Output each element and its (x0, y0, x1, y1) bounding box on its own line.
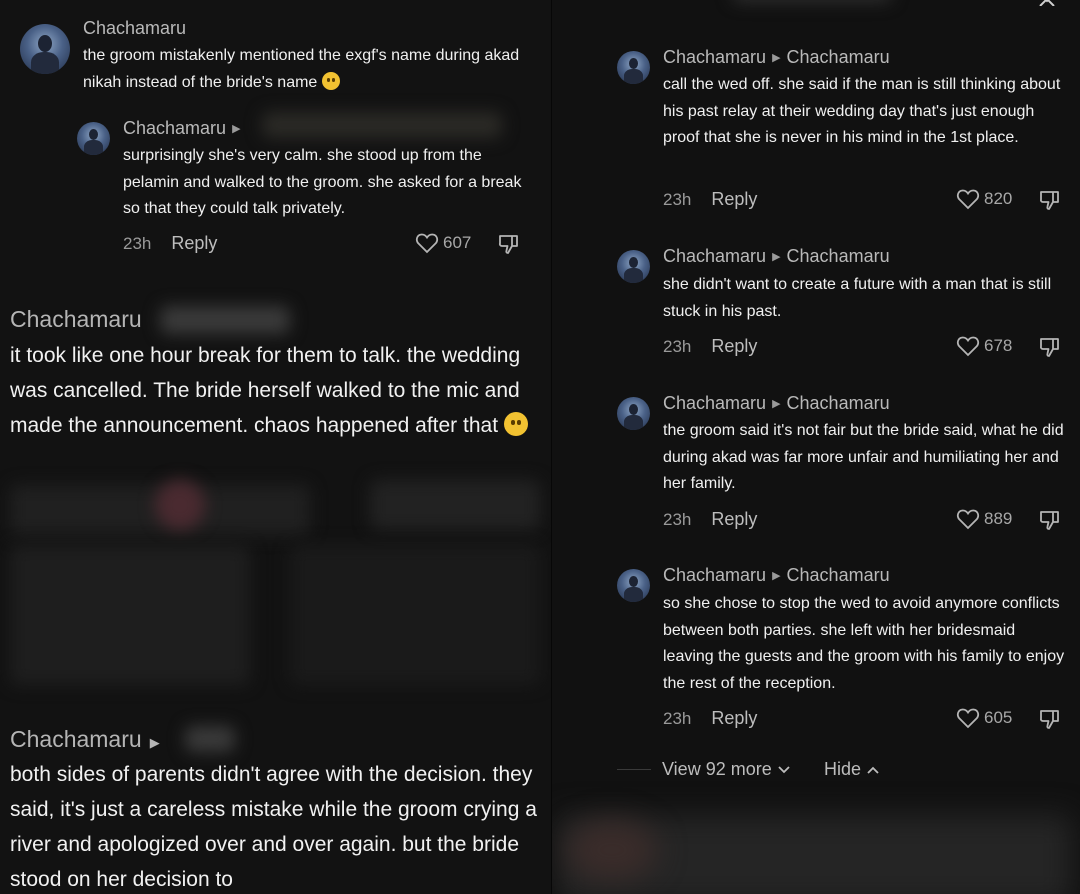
heart-icon[interactable] (956, 508, 980, 530)
timestamp: 23h (663, 709, 692, 728)
triangle-right-icon: ▶ (772, 251, 781, 263)
avatar[interactable] (77, 122, 110, 155)
blurred-header (732, 0, 892, 2)
blurred-username (185, 726, 235, 752)
dislike-icon[interactable] (1038, 707, 1062, 731)
reply-meta: 23h Reply (663, 509, 757, 530)
like-count: 678 (984, 336, 1013, 355)
avatar[interactable] (617, 250, 650, 283)
timestamp: 23h (663, 510, 692, 529)
dislike-icon[interactable] (1038, 508, 1062, 532)
reply-author[interactable]: Chachamaru ▶ Chachamaru (663, 565, 890, 586)
reply-text: the groom said it's not fair but the bri… (663, 422, 1064, 492)
reply-author[interactable]: Chachamaru ▶ Chachamaru (663, 393, 890, 414)
reply-button[interactable]: Reply (711, 509, 757, 529)
avatar[interactable] (20, 24, 70, 74)
reply-meta: 23h Reply (663, 336, 757, 357)
triangle-right-icon: ▶ (149, 735, 160, 750)
triangle-right-icon: ▶ (772, 570, 781, 582)
view-more-button[interactable]: View 92 more (662, 759, 790, 780)
triangle-right-icon: ▶ (232, 123, 241, 135)
avatar[interactable] (617, 51, 650, 84)
reply-button[interactable]: Reply (711, 336, 757, 356)
heart-icon[interactable] (415, 232, 439, 254)
triangle-right-icon: ▶ (772, 398, 781, 410)
like-button[interactable]: 607 (415, 232, 471, 254)
blurred-username (160, 306, 290, 334)
comment-author[interactable]: Chachamaru (83, 18, 186, 39)
like-count: 605 (984, 708, 1013, 727)
reply-button[interactable]: Reply (711, 708, 757, 728)
reply-text: so she chose to stop the wed to avoid an… (663, 595, 1065, 692)
dislike-icon[interactable] (1038, 335, 1062, 359)
like-count: 820 (984, 189, 1013, 208)
comment-text: the groom mistakenly mentioned the exgf'… (83, 47, 520, 91)
dislike-icon[interactable] (1038, 188, 1062, 212)
smile-emoji-icon (321, 71, 340, 90)
chevron-down-icon (778, 765, 790, 773)
timestamp: 23h (123, 234, 152, 253)
comment-author[interactable]: Chachamaru (10, 306, 142, 333)
like-button[interactable]: 605 (956, 707, 1012, 729)
reply-author[interactable]: Chachamaru ▶ (123, 118, 247, 139)
smile-emoji-icon (503, 412, 528, 436)
reply-button[interactable]: Reply (171, 233, 217, 253)
left-screenshot-panel: Chachamaru the groom mistakenly mentione… (0, 0, 552, 894)
like-count: 889 (984, 509, 1013, 528)
heart-icon[interactable] (956, 188, 980, 210)
reply-meta: 23h Reply (663, 189, 757, 210)
reply-author[interactable]: Chachamaru ▶ Chachamaru (663, 47, 890, 68)
avatar[interactable] (617, 397, 650, 430)
reply-author[interactable]: Chachamaru ▶ Chachamaru (663, 246, 890, 267)
heart-icon[interactable] (956, 335, 980, 357)
comment-text: it took like one hour break for them to … (10, 338, 545, 443)
blurred-area (10, 545, 250, 685)
dislike-icon[interactable] (497, 232, 521, 256)
chevron-up-icon (867, 766, 879, 774)
comment-author[interactable]: Chachamaru ▶ (10, 726, 168, 753)
like-button[interactable]: 820 (956, 188, 1012, 210)
blurred-icon (567, 820, 657, 880)
hide-button[interactable]: Hide (824, 759, 879, 780)
like-button[interactable]: 889 (956, 508, 1012, 530)
reply-text: call the wed off. she said if the man is… (663, 76, 1061, 146)
like-button[interactable]: 678 (956, 335, 1012, 357)
avatar[interactable] (617, 569, 650, 602)
blurred-area (290, 545, 540, 685)
timestamp: 23h (663, 190, 692, 209)
timestamp: 23h (663, 337, 692, 356)
close-icon[interactable] (1038, 0, 1056, 6)
triangle-right-icon: ▶ (772, 52, 781, 64)
blurred-username (262, 112, 502, 138)
reply-meta: 23h Reply (663, 708, 757, 729)
right-screenshot-panel: Chachamaru ▶ Chachamaru call the wed off. … (552, 0, 1080, 894)
reply-text: surprisingly she's very calm. she stood … (123, 147, 522, 217)
reply-text: she didn't want to create a future with … (663, 276, 1052, 320)
thread-line (617, 769, 651, 770)
reply-meta: 23h Reply (123, 233, 217, 254)
reply-button[interactable]: Reply (711, 189, 757, 209)
comment-text: both sides of parents didn't agree with … (10, 763, 537, 891)
like-count: 607 (443, 233, 472, 252)
heart-icon[interactable] (956, 707, 980, 729)
blurred-row (370, 480, 540, 530)
blurred-icon (155, 480, 205, 530)
